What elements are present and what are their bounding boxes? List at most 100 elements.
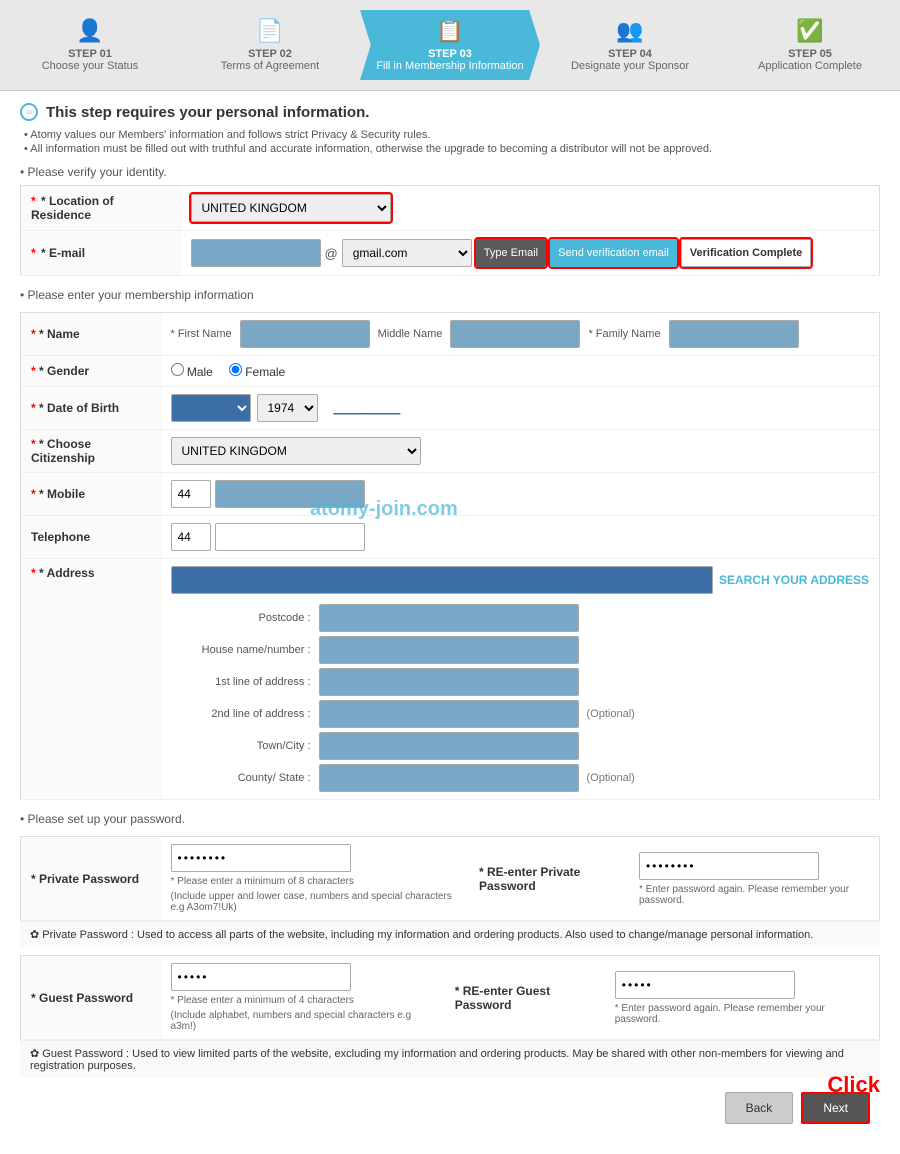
- guest-password-table: * Guest Password * Please enter a minimu…: [20, 955, 880, 1040]
- search-address-bar: SEARCH YOUR ADDRESS: [171, 566, 870, 594]
- next-button[interactable]: Next: [801, 1092, 870, 1124]
- county-input[interactable]: [319, 764, 579, 792]
- address1-label: 1st line of address :: [171, 676, 311, 688]
- telephone-row: Telephone: [21, 516, 880, 559]
- address1-row: 1st line of address :: [171, 668, 870, 696]
- dob-row: * * Date of Birth 1974 __________: [21, 387, 880, 430]
- stepper: 👤 STEP 01 Choose your Status 📄 STEP 02 T…: [0, 0, 900, 91]
- private-pwd-input[interactable]: [171, 844, 351, 872]
- town-row: Town/City :: [171, 732, 870, 760]
- postcode-input[interactable]: [319, 604, 579, 632]
- telephone-code-input[interactable]: [171, 523, 211, 551]
- town-input[interactable]: [319, 732, 579, 760]
- dob-year-select[interactable]: 1974: [257, 394, 318, 422]
- gender-male-radio[interactable]: [171, 363, 184, 376]
- verification-complete-button[interactable]: Verification Complete: [681, 239, 811, 267]
- send-verification-button[interactable]: Send verification email: [550, 239, 677, 267]
- type-email-button[interactable]: Type Email: [476, 239, 546, 267]
- info-text-1: • Atomy values our Members' information …: [20, 129, 880, 141]
- county-row: County/ State : (Optional): [171, 764, 870, 792]
- private-pwd-input-group: * Please enter a minimum of 8 characters…: [171, 844, 459, 913]
- email-domain-select[interactable]: gmail.com: [342, 239, 472, 267]
- gender-female-label[interactable]: Female: [229, 363, 285, 379]
- re-guest-pwd-label-cell: * RE-enter Guest Password: [445, 956, 605, 1040]
- step-3[interactable]: 📋 STEP 03 Fill in Membership Information: [360, 10, 540, 80]
- identity-table: * * Location of Residence UNITED KINGDOM…: [20, 185, 880, 276]
- step-4[interactable]: 👥 STEP 04 Designate your Sponsor: [540, 10, 720, 80]
- address2-optional: (Optional): [587, 708, 635, 720]
- mobile-label-cell: * * Mobile: [21, 473, 161, 516]
- first-name-label: * First Name: [171, 328, 232, 340]
- private-pwd-label-cell: * Private Password: [21, 837, 161, 921]
- search-address-input[interactable]: [171, 566, 713, 594]
- mobile-star: *: [31, 487, 39, 501]
- postcode-row: Postcode :: [171, 604, 870, 632]
- re-private-pwd-hint: * Enter password again. Please remember …: [639, 884, 869, 906]
- location-star: *: [31, 194, 36, 208]
- guest-pwd-label-cell: * Guest Password: [21, 956, 161, 1040]
- guest-pwd-input-group: * Please enter a minimum of 4 characters…: [171, 963, 435, 1032]
- password-table: * Private Password * Please enter a mini…: [20, 836, 880, 921]
- location-select[interactable]: UNITED KINGDOM: [191, 194, 391, 222]
- re-guest-pwd-input-group: * Enter password again. Please remember …: [615, 971, 869, 1025]
- private-pwd-note: ✿ Private Password : Used to access all …: [20, 921, 880, 947]
- mobile-input-group: [171, 480, 870, 508]
- mobile-code-input[interactable]: [171, 480, 211, 508]
- house-label: House name/number :: [171, 644, 311, 656]
- step2-label: Terms of Agreement: [221, 60, 319, 72]
- info-text-2: • All information must be filled out wit…: [20, 143, 880, 155]
- location-select-wrapper: UNITED KINGDOM: [191, 194, 870, 222]
- gender-inputs-cell: Male Female: [161, 356, 880, 387]
- email-row: * * E-mail @ gmail.com Type Email Send v…: [21, 231, 880, 276]
- guest-pwd-note: ✿ Guest Password : Used to view limited …: [20, 1040, 880, 1078]
- county-label: County/ State :: [171, 772, 311, 784]
- password-section-label: • Please set up your password.: [20, 812, 880, 826]
- telephone-number-input[interactable]: [215, 523, 365, 551]
- address2-label: 2nd line of address :: [171, 708, 311, 720]
- gender-row: * * Gender Male Female: [21, 356, 880, 387]
- telephone-input-group: [171, 523, 870, 551]
- step3-label: Fill in Membership Information: [376, 60, 523, 72]
- address-star: *: [31, 566, 39, 580]
- gender-male-label[interactable]: Male: [171, 363, 213, 379]
- dob-input-group: 1974 __________: [171, 394, 870, 422]
- section-title-row: ○ This step requires your personal infor…: [20, 91, 880, 127]
- dob-month-select[interactable]: [171, 394, 251, 422]
- email-local-input[interactable]: [191, 239, 321, 267]
- guest-pwd-input[interactable]: [171, 963, 351, 991]
- name-star: *: [31, 327, 39, 341]
- step5-icon: ✅: [796, 18, 823, 44]
- name-label-cell: * * Name: [21, 313, 161, 356]
- private-pwd-row: * Private Password * Please enter a mini…: [21, 837, 880, 921]
- address-inputs-cell: SEARCH YOUR ADDRESS Postcode : House nam…: [161, 559, 880, 800]
- first-name-input[interactable]: [240, 320, 370, 348]
- re-private-pwd-input[interactable]: [639, 852, 819, 880]
- private-pwd-inputs-cell: * Please enter a minimum of 8 characters…: [161, 837, 469, 921]
- family-name-input[interactable]: [669, 320, 799, 348]
- step4-icon: 👥: [616, 18, 643, 44]
- email-cell: @ gmail.com Type Email Send verification…: [181, 231, 880, 276]
- back-button[interactable]: Back: [725, 1092, 794, 1124]
- citizenship-star: *: [31, 437, 39, 451]
- re-guest-pwd-input[interactable]: [615, 971, 795, 999]
- mobile-number-input[interactable]: [215, 480, 365, 508]
- step5-num: STEP 05: [788, 48, 832, 60]
- email-input-group: @ gmail.com Type Email Send verification…: [191, 239, 870, 267]
- re-private-pwd-input-group: * Enter password again. Please remember …: [639, 852, 869, 906]
- house-input[interactable]: [319, 636, 579, 664]
- main-content: ○ This step requires your personal infor…: [0, 91, 900, 1154]
- step-2[interactable]: 📄 STEP 02 Terms of Agreement: [180, 10, 360, 80]
- address2-input[interactable]: [319, 700, 579, 728]
- county-optional: (Optional): [587, 772, 635, 784]
- family-name-label: * Family Name: [588, 328, 660, 340]
- mobile-row: * * Mobile: [21, 473, 880, 516]
- email-label-cell: * * E-mail: [21, 231, 181, 276]
- step-5[interactable]: ✅ STEP 05 Application Complete: [720, 10, 900, 80]
- middle-name-input[interactable]: [450, 320, 580, 348]
- gender-female-radio[interactable]: [229, 363, 242, 376]
- private-pwd-hint1: * Please enter a minimum of 8 characters: [171, 876, 459, 887]
- re-guest-pwd-hint: * Enter password again. Please remember …: [615, 1003, 869, 1025]
- step-1[interactable]: 👤 STEP 01 Choose your Status: [0, 10, 180, 80]
- citizenship-select[interactable]: UNITED KINGDOM: [171, 437, 421, 465]
- address1-input[interactable]: [319, 668, 579, 696]
